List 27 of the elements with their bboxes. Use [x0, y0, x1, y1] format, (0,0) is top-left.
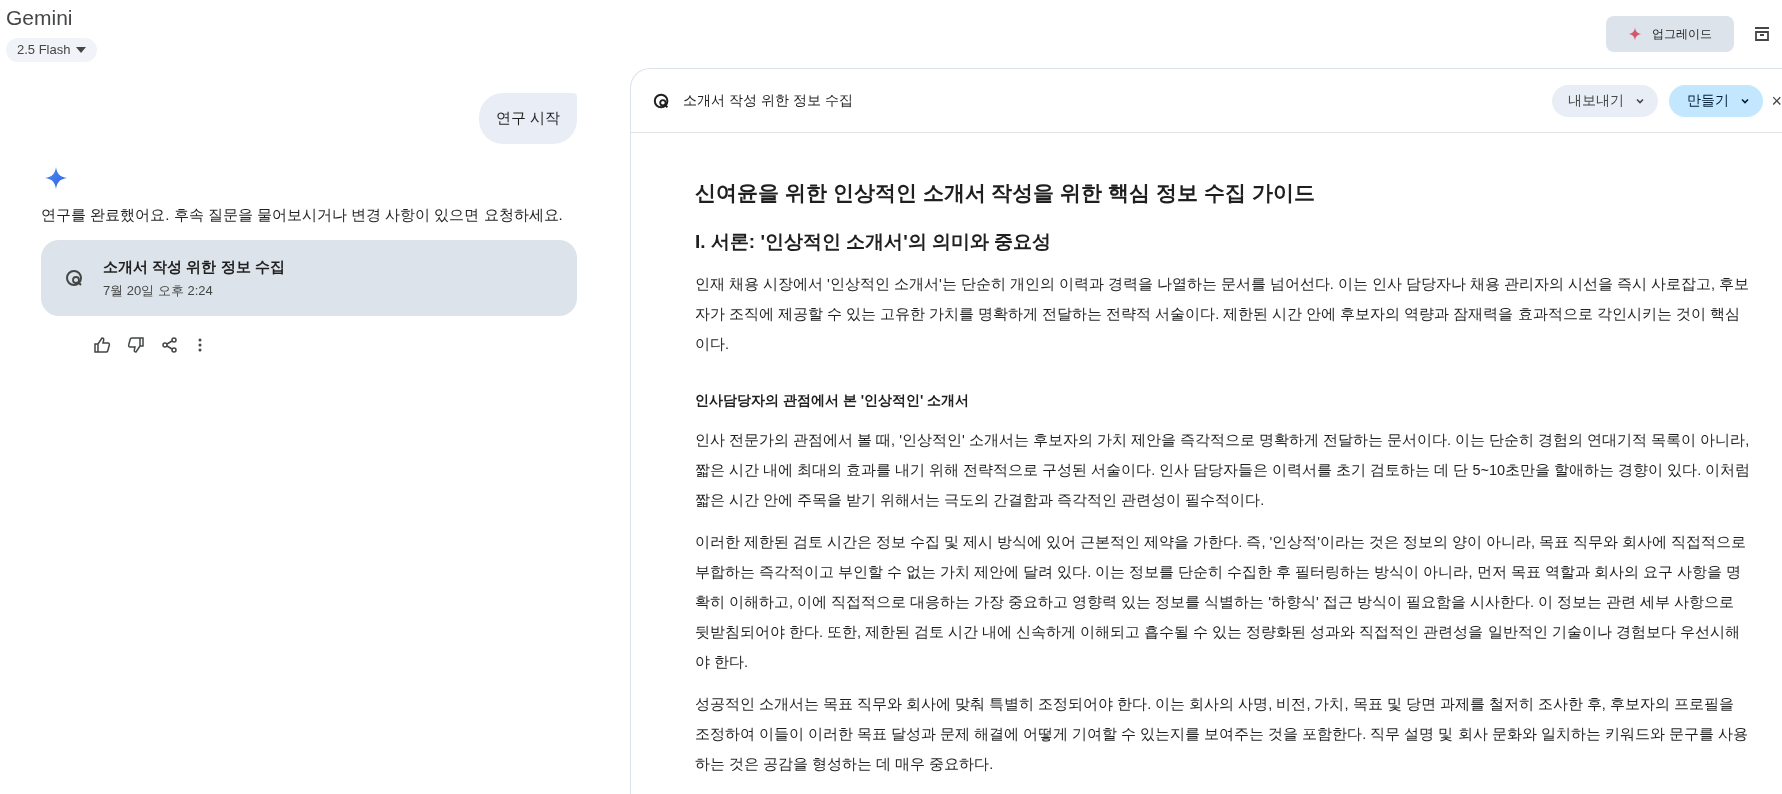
model-selector[interactable]: 2.5 Flash [6, 38, 98, 62]
dropdown-arrow-icon [76, 47, 87, 53]
export-button[interactable]: 내보내기 [1552, 84, 1659, 117]
research-icon [653, 91, 671, 110]
user-message: 연구 시작 [478, 93, 577, 144]
response-text: 연구를 완료했어요. 후속 질문을 물어보시거나 변경 사항이 있으면 요청하세요. [41, 204, 563, 225]
share-icon[interactable] [161, 336, 179, 354]
paragraph: 성공적인 소개서는 목표 직무와 회사에 맞춰 특별히 조정되어야 한다. 이는 회사의 사명, 비전, 가치, 목표 및 당면 과제를 철저히 조사한 후, 후보자의 프로필을 조정하여 이들이 이러한 목표 달성과 문제 해결에 어떻게 기여할 수 있는지를 보여주는 것을 포함한다. 직무 설명 및 회사 문화와 일치하는 키워드와 문구를 사용하는 것은 공감을 형성하는 데 매우 중요하다. [695, 695, 1749, 774]
subsection-heading: 인사담당자의 관점에서 본 '인상적인' 소개서 [695, 391, 971, 410]
research-icon [65, 268, 85, 288]
thumbs-up-icon[interactable] [93, 336, 111, 354]
section-heading: I. 서론: '인상적인 소개서'의 의미와 중요성 [695, 230, 1053, 254]
paragraph: 인사 전문가의 관점에서 볼 때, '인상적인' 소개서는 후보자의 가치 제안을 즉각적으로 명확하게 전달하는 문서이다. 이는 단순히 경험의 연대기적 목록이 아니라, 짧은 시간 내에 최대의 효과를 내기 위해 전략적으로 구성된 서술이다. 인사 담당자들은 이력서를 초기 검토하는 데 단 5~10초만을 할애하는 경향이 있다. 이처럼 짧은 시간 안에 주목을 받기 위해서는 극도의 간결함과 즉각적인 관련성이 필수적이다. [695, 431, 1752, 510]
app-title: Gemini [6, 5, 73, 31]
thumbs-down-icon[interactable] [127, 336, 145, 354]
archive-icon[interactable] [1752, 24, 1772, 44]
card-title: 소개서 작성 위한 정보 수집 [103, 257, 285, 277]
document-title: 신여윤을 위한 인상적인 소개서 작성을 위한 핵심 정보 수집 가이드 [695, 180, 1316, 206]
research-card[interactable]: 소개서 작성 위한 정보 수집 7월 20일 오후 2:24 [41, 240, 577, 316]
close-button[interactable]: × [1771, 91, 1782, 110]
canvas-title: 소개서 작성 위한 정보 수집 [683, 91, 853, 110]
sparkle-icon [1628, 27, 1642, 41]
upgrade-button[interactable]: 업그레이드 [1606, 16, 1734, 52]
paragraph: 인재 채용 시장에서 '인상적인 소개서'는 단순히 개인의 이력과 경력을 나열하는 문서를 넘어선다. 이는 인사 담당자나 채용 관리자의 시선을 즉시 사로잡고, 후보자가 조직에 제공할 수 있는 고유한 가치를 명확하게 전달하는 전략적 서술이다. 제한된 시간 안에 후보자의 역량과 잠재력을 효과적으로 각인시키는 것이 핵심이다. [695, 275, 1751, 354]
paragraph: 이러한 제한된 검토 시간은 정보 수집 및 제시 방식에 있어 근본적인 제약을 가한다. 즉, '인상적'이라는 것은 정보의 양이 아니라, 목표 직무와 회사에 직접적으로 부합하는 즉각적이고 부인할 수 없는 가치 제안에 달려 있다. 이는 정보를 단순히 수집한 후 필터링하는 방식이 아니라, 먼저 목표 역할과 회사의 요구 사항을 명확히 이해하고, 이에 직접적으로 대응하는 가장 중요하고 영향력 있는 정보를 식별하는 '하향식' 접근 방식이 필요함을 시사한다. 이 정보는 관련 세부 사항으로 뒷받침되어야 한다. 또한, 제한된 검토 시간 내에 신속하게 이해되고 흡수될 수 있는 정량화된 성과와 직접적인 관련성을 일반적인 기술이나 경험보다 우선시해야 한다. [695, 533, 1748, 672]
card-time: 7월 20일 오후 2:24 [103, 281, 214, 300]
create-button[interactable]: 만들기 [1669, 84, 1764, 117]
